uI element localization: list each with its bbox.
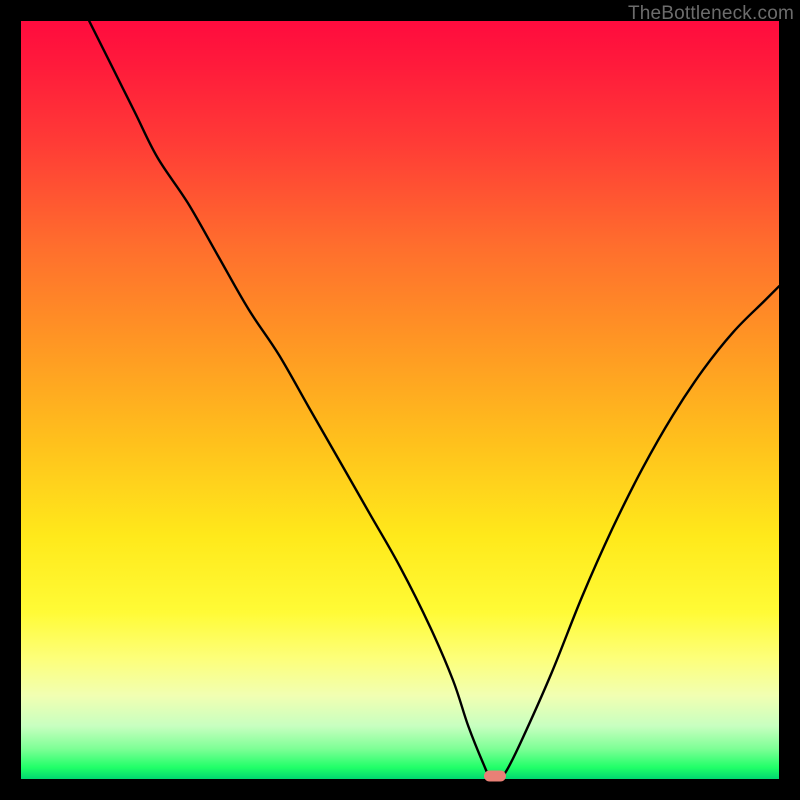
chart-frame: TheBottleneck.com [0, 0, 800, 800]
bottleneck-curve [21, 21, 779, 779]
plot-area [21, 21, 779, 779]
optimal-marker [484, 771, 506, 782]
watermark-text: TheBottleneck.com [628, 3, 794, 25]
